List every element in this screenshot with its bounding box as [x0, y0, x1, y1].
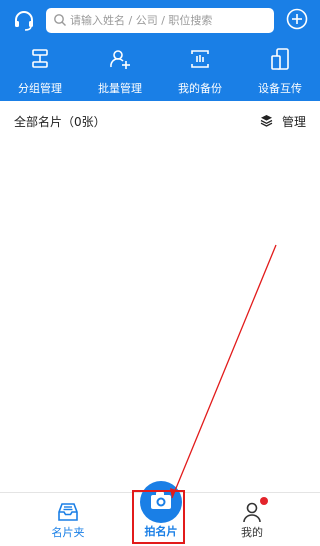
action-device-transfer[interactable]: 设备互传: [240, 43, 320, 99]
search-bar[interactable]: [46, 8, 274, 33]
card-folder-icon: [58, 503, 78, 521]
backup-icon: [191, 50, 209, 68]
nav-card-folder[interactable]: 名片夹: [28, 493, 108, 546]
top-header: 分组管理 批量管理 我的备份 设备互传: [0, 0, 320, 101]
batch-manage-icon: [110, 50, 130, 69]
action-label: 我的备份: [178, 82, 222, 95]
notification-dot: [260, 497, 268, 505]
headset-icon[interactable]: [12, 9, 36, 33]
user-icon: [243, 502, 261, 523]
action-label: 设备互传: [258, 82, 302, 95]
group-manage-icon: [32, 49, 48, 68]
action-group-manage[interactable]: 分组管理: [0, 43, 80, 99]
card-list-header: 全部名片（0张） 管理: [0, 101, 320, 141]
action-label: 分组管理: [18, 82, 62, 95]
nav-mine[interactable]: 我的: [212, 493, 292, 546]
action-label: 批量管理: [98, 82, 142, 95]
device-transfer-icon: [271, 48, 289, 70]
card-count-title: 全部名片（0张）: [14, 115, 106, 129]
add-icon[interactable]: [286, 8, 308, 30]
highlight-box: [132, 490, 185, 544]
layers-icon: [260, 115, 273, 127]
nav-label: 名片夹: [51, 526, 85, 539]
search-input[interactable]: [70, 8, 270, 33]
nav-label: 我的: [241, 526, 263, 539]
action-batch-manage[interactable]: 批量管理: [80, 43, 160, 99]
search-icon: [54, 14, 66, 26]
manage-label: 管理: [282, 115, 307, 129]
action-backup[interactable]: 我的备份: [160, 43, 240, 99]
